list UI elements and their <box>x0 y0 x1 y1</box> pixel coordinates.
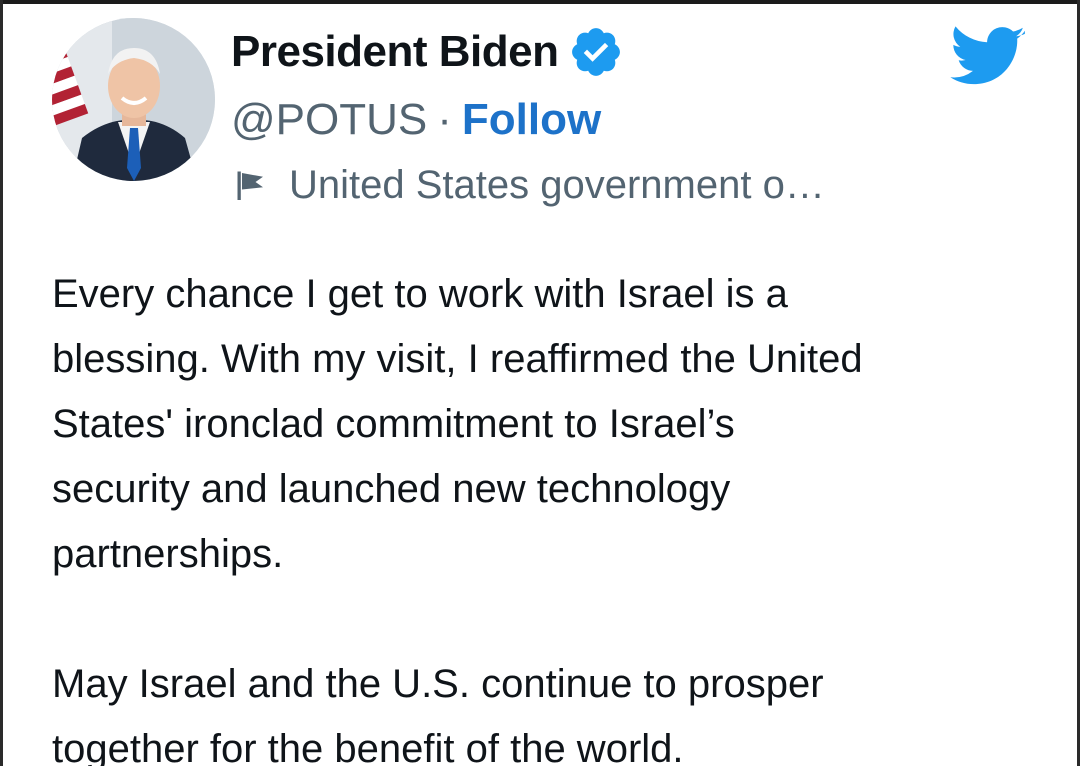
display-name[interactable]: President Biden <box>231 27 559 77</box>
avatar[interactable] <box>52 18 215 181</box>
verified-badge-icon <box>568 24 624 80</box>
handle[interactable]: @POTUS <box>231 95 427 145</box>
tweet-line: partnerships. <box>52 532 284 576</box>
tweet-line: Every chance I get to work with Israel i… <box>52 272 788 316</box>
tweet-line: together for the benefit of the world. <box>52 727 684 766</box>
tweet-line: blessing. With my visit, I reaffirmed th… <box>52 337 863 381</box>
tweet-line: States' ironclad commitment to Israel’s <box>52 402 735 446</box>
follow-button[interactable]: Follow <box>462 95 601 145</box>
handle-row: @POTUS · Follow <box>231 92 601 148</box>
embed-frame-left <box>0 0 3 766</box>
tweet-body: Every chance I get to work with Israel i… <box>52 262 1042 766</box>
flag-icon <box>233 167 269 203</box>
affiliation-label: United States government o… <box>289 162 825 207</box>
tweet-line: security and launched new technology <box>52 467 731 511</box>
display-name-row: President Biden <box>231 24 624 80</box>
twitter-bird-icon[interactable] <box>950 26 1026 90</box>
window-top-edge <box>0 0 1080 4</box>
affiliation-label-row[interactable]: United States government o… <box>231 160 825 210</box>
tweet-line: May Israel and the U.S. continue to pros… <box>52 662 824 706</box>
separator-dot: · <box>437 95 452 144</box>
